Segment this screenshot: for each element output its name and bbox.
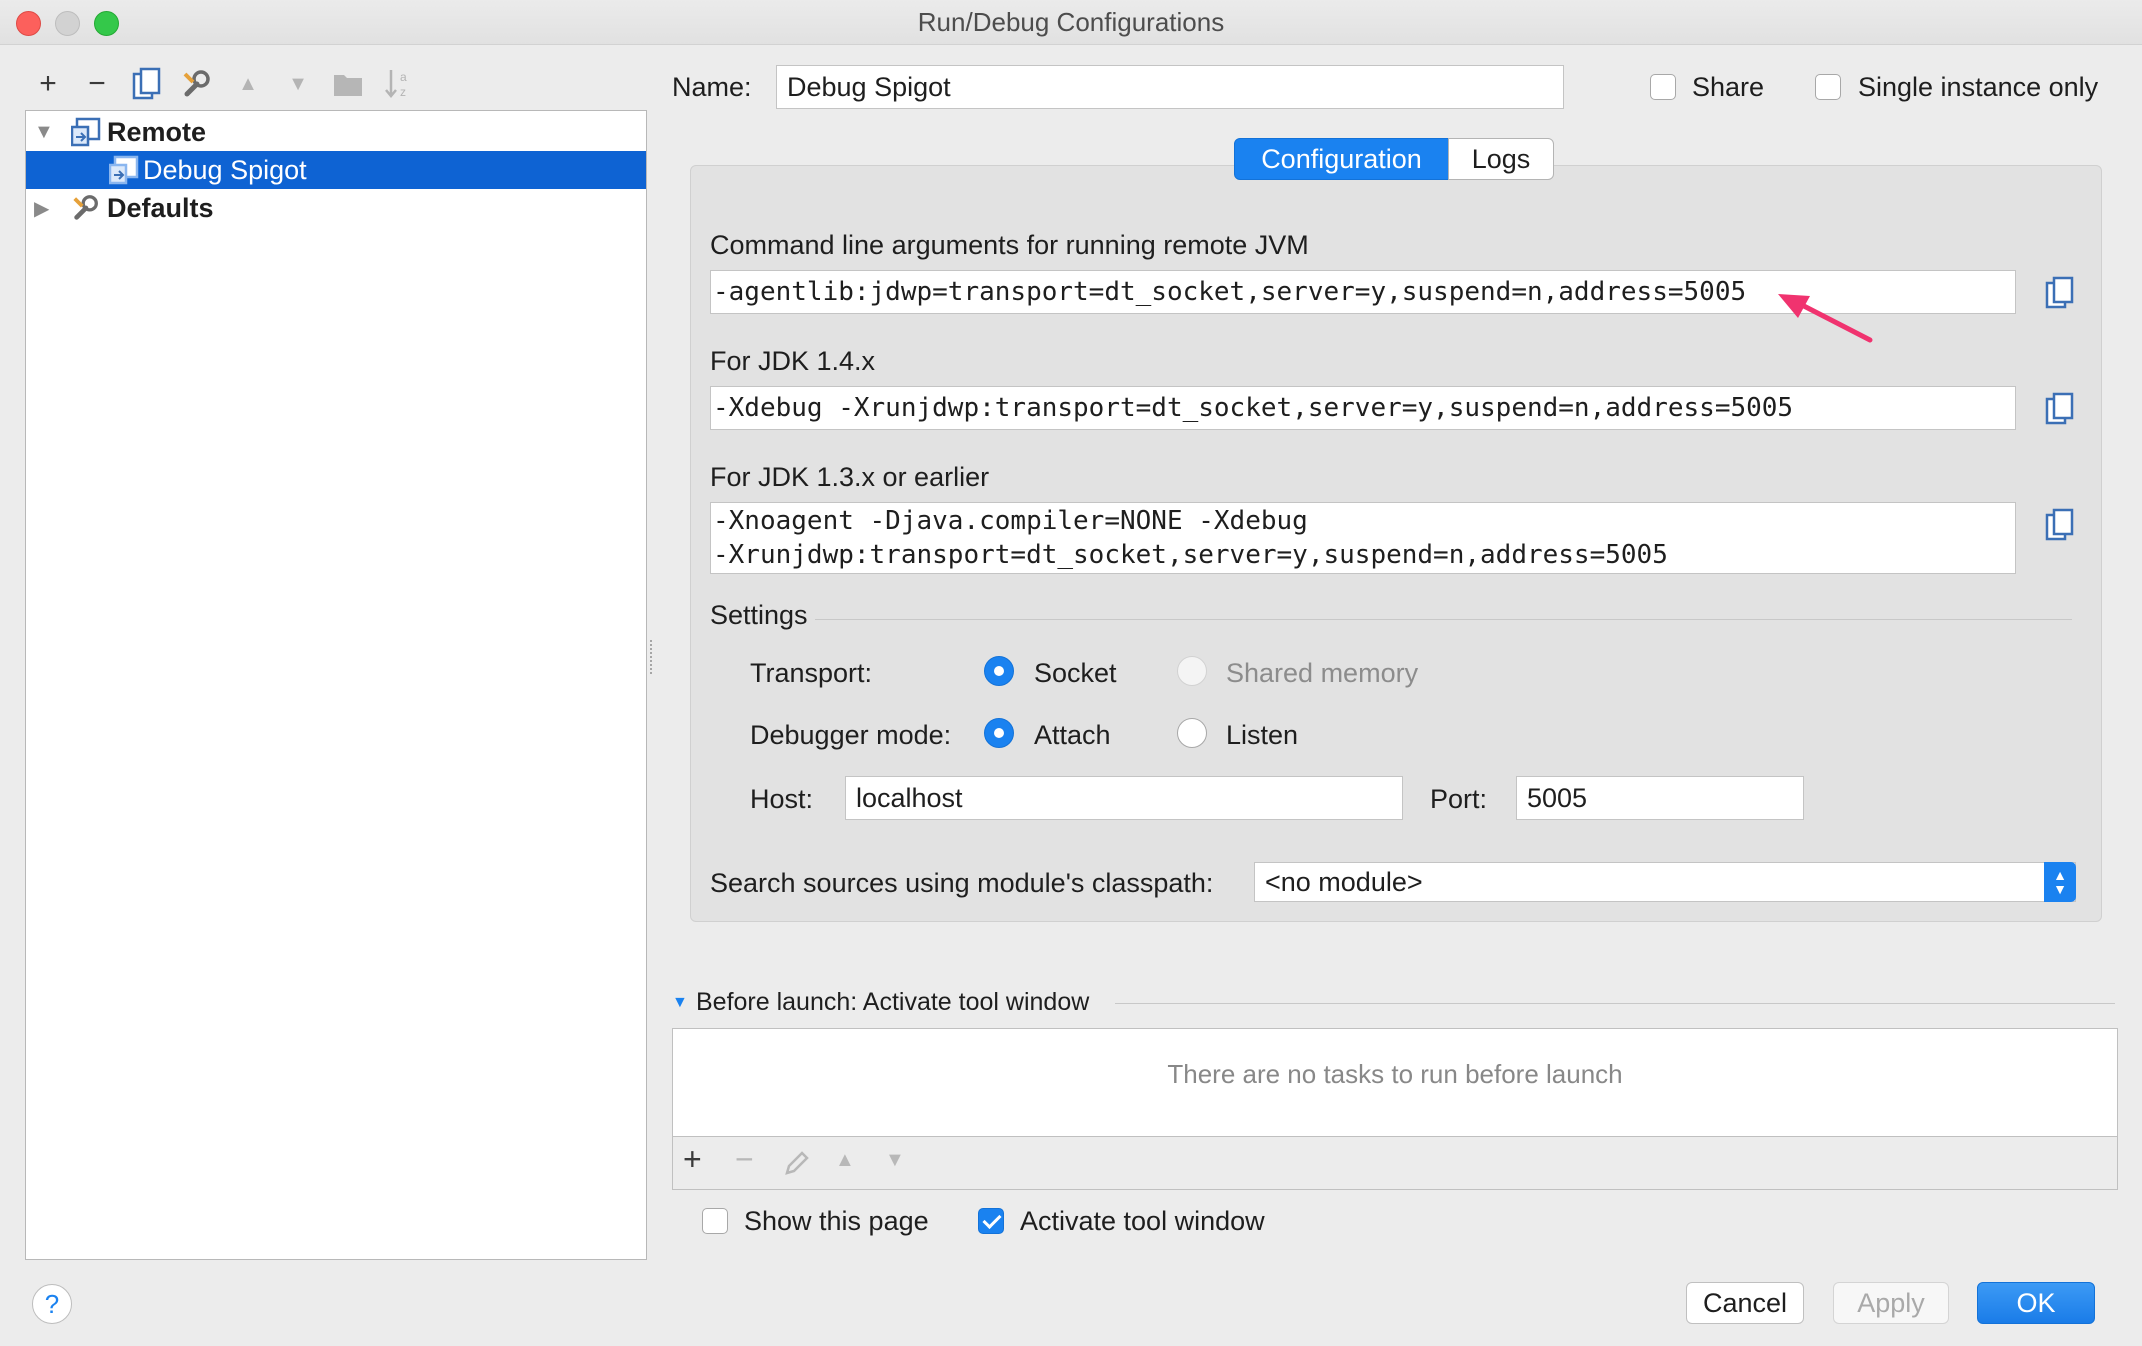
- remove-configuration-button[interactable]: −: [77, 64, 117, 104]
- copy-icon[interactable]: [2045, 508, 2075, 542]
- svg-text:z: z: [400, 85, 406, 99]
- settings-title: Settings: [710, 600, 808, 630]
- settings-divider: [815, 619, 2072, 620]
- splitter-handle[interactable]: [650, 640, 656, 674]
- apply-button[interactable]: Apply: [1833, 1282, 1949, 1324]
- jdk13-label: For JDK 1.3.x or earlier: [710, 462, 990, 492]
- move-up-button[interactable]: ▲: [228, 64, 268, 104]
- copy-icon[interactable]: [2045, 392, 2075, 426]
- remote-icon: [71, 117, 101, 147]
- host-input[interactable]: localhost: [845, 776, 1403, 820]
- triangle-down-icon: ▼: [288, 72, 308, 95]
- tab-logs[interactable]: Logs: [1448, 138, 1554, 180]
- empty-tasks-text: There are no tasks to run before launch: [1167, 1059, 1623, 1089]
- mode-listen-radio[interactable]: [1177, 718, 1207, 748]
- wrench-icon: [73, 195, 98, 220]
- sort-button[interactable]: az: [378, 64, 418, 104]
- copy-icon[interactable]: [2045, 276, 2075, 310]
- tree-node-remote[interactable]: ▼ Remote: [26, 113, 646, 151]
- name-input[interactable]: Debug Spigot: [776, 65, 1564, 109]
- updown-chevron-icon: ▲ ▼: [2044, 862, 2076, 902]
- wrench-icon: [183, 70, 210, 97]
- help-button[interactable]: ?: [32, 1284, 72, 1324]
- triangle-up-icon[interactable]: ▲: [835, 1149, 855, 1172]
- tab-configuration[interactable]: Configuration: [1234, 138, 1449, 180]
- module-select-value: <no module>: [1265, 866, 1423, 897]
- folder-icon: [334, 75, 362, 96]
- jdk13-line-1: -Xnoagent -Djava.compiler=NONE -Xdebug: [713, 506, 1308, 536]
- module-classpath-label: Search sources using module's classpath:: [710, 868, 1214, 898]
- activate-tool-window-label: Activate tool window: [1020, 1206, 1265, 1236]
- title-bar: Run/Debug Configurations: [0, 0, 2142, 45]
- jdk14-label: For JDK 1.4.x: [710, 346, 876, 376]
- tree-label-defaults: Defaults: [107, 192, 214, 223]
- show-page-checkbox[interactable]: [702, 1208, 728, 1234]
- remove-task-button[interactable]: −: [735, 1141, 754, 1178]
- transport-socket-radio[interactable]: [984, 656, 1014, 686]
- pencil-icon[interactable]: [783, 1149, 811, 1177]
- tree-node-defaults[interactable]: ▶ Defaults: [26, 189, 646, 227]
- plus-icon: +: [39, 67, 57, 100]
- run-debug-configurations-window: Run/Debug Configurations + − ▲ ▼ az ▼ Re…: [0, 0, 2142, 1346]
- tree-label-debug-spigot: Debug Spigot: [143, 154, 307, 185]
- share-label: Share: [1692, 72, 1765, 102]
- triangle-down-icon[interactable]: ▼: [885, 1149, 905, 1172]
- transport-label: Transport:: [750, 658, 873, 688]
- share-checkbox[interactable]: [1650, 74, 1676, 100]
- host-label: Host:: [750, 784, 814, 814]
- port-input[interactable]: 5005: [1516, 776, 1804, 820]
- folder-button[interactable]: [328, 64, 368, 104]
- copy-configuration-button[interactable]: [127, 64, 167, 104]
- transport-shared-memory-label: Shared memory: [1226, 658, 1419, 688]
- mode-attach-radio[interactable]: [984, 718, 1014, 748]
- jdk14-field[interactable]: -Xdebug -Xrunjdwp:transport=dt_socket,se…: [710, 386, 2016, 430]
- add-configuration-button[interactable]: +: [28, 64, 68, 104]
- jdk13-field[interactable]: -Xnoagent -Djava.compiler=NONE -Xdebug -…: [710, 502, 2016, 574]
- configurations-tree[interactable]: ▼ Remote Debug Spigot ▶ Defaults: [25, 110, 647, 1260]
- triangle-up-icon: ▲: [238, 72, 258, 95]
- single-instance-label: Single instance only: [1858, 72, 2099, 102]
- edit-defaults-button[interactable]: [177, 64, 217, 104]
- show-page-label: Show this page: [744, 1206, 929, 1236]
- svg-text:a: a: [400, 70, 407, 84]
- activate-tool-window-checkbox[interactable]: [978, 1208, 1004, 1234]
- single-instance-checkbox[interactable]: [1815, 74, 1841, 100]
- sort-alpha-icon: az: [385, 70, 407, 99]
- cancel-button[interactable]: Cancel: [1686, 1282, 1804, 1324]
- tree-node-debug-spigot[interactable]: Debug Spigot: [26, 151, 646, 189]
- before-launch-title: Before launch: Activate tool window: [696, 988, 1090, 1016]
- remote-config-icon: [109, 155, 139, 185]
- before-launch-toolbar: + − ▲ ▼: [672, 1136, 2118, 1190]
- collapse-triangle-icon[interactable]: ▼: [672, 994, 688, 1012]
- add-task-button[interactable]: +: [683, 1141, 702, 1178]
- tree-label-remote: Remote: [107, 116, 207, 147]
- ok-button[interactable]: OK: [1977, 1282, 2095, 1324]
- jdk13-line-2: -Xrunjdwp:transport=dt_socket,server=y,s…: [713, 540, 1668, 570]
- port-label: Port:: [1430, 784, 1488, 814]
- mode-attach-label: Attach: [1034, 720, 1111, 750]
- collapse-triangle-icon[interactable]: ▶: [34, 196, 49, 221]
- minus-icon: −: [88, 67, 106, 100]
- transport-socket-label: Socket: [1034, 658, 1117, 688]
- module-select[interactable]: <no module> ▲ ▼: [1254, 862, 2076, 902]
- move-down-button[interactable]: ▼: [278, 64, 318, 104]
- expand-triangle-icon[interactable]: ▼: [34, 121, 54, 144]
- cmd-args-label: Command line arguments for running remot…: [710, 230, 1309, 260]
- name-label: Name:: [672, 72, 752, 102]
- annotation-arrow-icon: [1778, 294, 1873, 343]
- window-title: Run/Debug Configurations: [917, 7, 1225, 37]
- transport-shared-memory-radio[interactable]: [1177, 656, 1207, 686]
- debugger-mode-label: Debugger mode:: [750, 720, 952, 750]
- mode-listen-label: Listen: [1226, 720, 1299, 750]
- copy-icon: [132, 67, 161, 100]
- before-launch-divider: [1115, 1003, 2115, 1004]
